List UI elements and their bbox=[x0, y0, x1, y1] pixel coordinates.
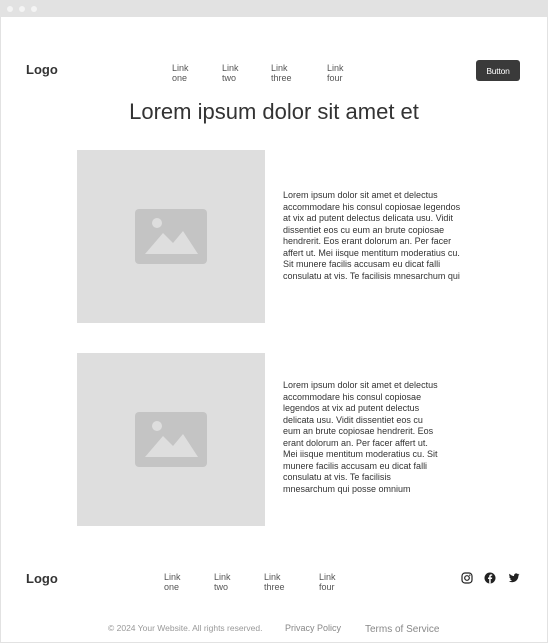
paragraph-line: hendrerit. Eos erant dolorum an. Per fac… bbox=[283, 236, 452, 246]
window-dot-icon[interactable] bbox=[19, 6, 25, 12]
paragraph-line: legendos at vix ad putent delectus bbox=[283, 403, 420, 413]
footer-terms-link[interactable]: Terms of Service bbox=[365, 624, 439, 635]
instagram-icon[interactable] bbox=[461, 572, 473, 584]
paragraph-line: accommodare his consul copiosae legendos bbox=[283, 201, 461, 212]
paragraph-line: Mei iisque mentitum moderatius cu. Sit bbox=[283, 449, 438, 459]
hero-title: Lorem ipsum dolor sit amet et bbox=[129, 99, 419, 124]
paragraph-line: munere facilis accusam eu dicat falli bbox=[283, 460, 428, 471]
paragraph-line: Sit munere facilis accusam eu dicat fall… bbox=[283, 259, 441, 269]
paragraph-line: eum an brute copiosae hendrerit. Eos bbox=[283, 426, 434, 436]
footer-logo[interactable]: Logo bbox=[26, 571, 58, 586]
paragraph-line: consulatu at vis. Te facilisis mnesarchu… bbox=[283, 270, 460, 281]
header-nav-link-two[interactable]: Link two bbox=[222, 63, 239, 83]
footer-nav-link-three[interactable]: Link three bbox=[264, 572, 285, 592]
section-paragraph: Lorem ipsum dolor sit amet et delectus a… bbox=[283, 190, 460, 282]
paragraph-line: Lorem ipsum dolor sit amet et delectus bbox=[283, 380, 438, 390]
footer-nav-link-two[interactable]: Link two bbox=[214, 572, 231, 592]
paragraph-line: erant dolorum an. Per facer affert ut. bbox=[283, 437, 428, 448]
footer-nav-link-four[interactable]: Link four bbox=[319, 572, 336, 592]
window-dot-icon[interactable] bbox=[7, 6, 13, 12]
header-nav-link-one[interactable]: Link one bbox=[172, 63, 189, 83]
image-placeholder bbox=[77, 150, 265, 323]
section-paragraph: Lorem ipsum dolor sit amet et delectus a… bbox=[283, 380, 438, 495]
header-nav-link-three[interactable]: Link three bbox=[271, 63, 292, 83]
window-dot-icon[interactable] bbox=[31, 6, 37, 12]
twitter-icon[interactable] bbox=[508, 572, 520, 584]
window-titlebar bbox=[1, 1, 547, 17]
image-placeholder-icon bbox=[135, 412, 207, 467]
footer-privacy-link[interactable]: Privacy Policy bbox=[285, 623, 341, 633]
facebook-icon[interactable] bbox=[484, 572, 496, 584]
paragraph-line: at vix ad putent delectus delicata usu. … bbox=[283, 213, 453, 223]
paragraph-line: Lorem ipsum dolor sit amet et delectus bbox=[283, 190, 438, 200]
footer-copyright: © 2024 Your Website. All rights reserved… bbox=[108, 623, 263, 633]
image-placeholder bbox=[77, 353, 265, 526]
header-cta-button[interactable]: Button bbox=[476, 60, 520, 81]
paragraph-line: dissentiet eos cu eum an brute copiosae bbox=[283, 224, 445, 235]
paragraph-line: mnesarchum qui posse omnium bbox=[283, 483, 411, 494]
paragraph-line: affert ut. Mei iisque mentitum moderatiu… bbox=[283, 247, 460, 258]
header-nav-link-four[interactable]: Link four bbox=[327, 63, 344, 83]
image-placeholder-icon bbox=[135, 209, 207, 264]
paragraph-line: consulatu at vis. Te facilisis bbox=[283, 472, 391, 482]
paragraph-line: delicata usu. Vidit dissentiet eos cu bbox=[283, 414, 423, 425]
header-logo[interactable]: Logo bbox=[26, 62, 58, 77]
paragraph-line: accommodare his consul copiosae bbox=[283, 391, 422, 402]
footer-nav-link-one[interactable]: Link one bbox=[164, 572, 181, 592]
